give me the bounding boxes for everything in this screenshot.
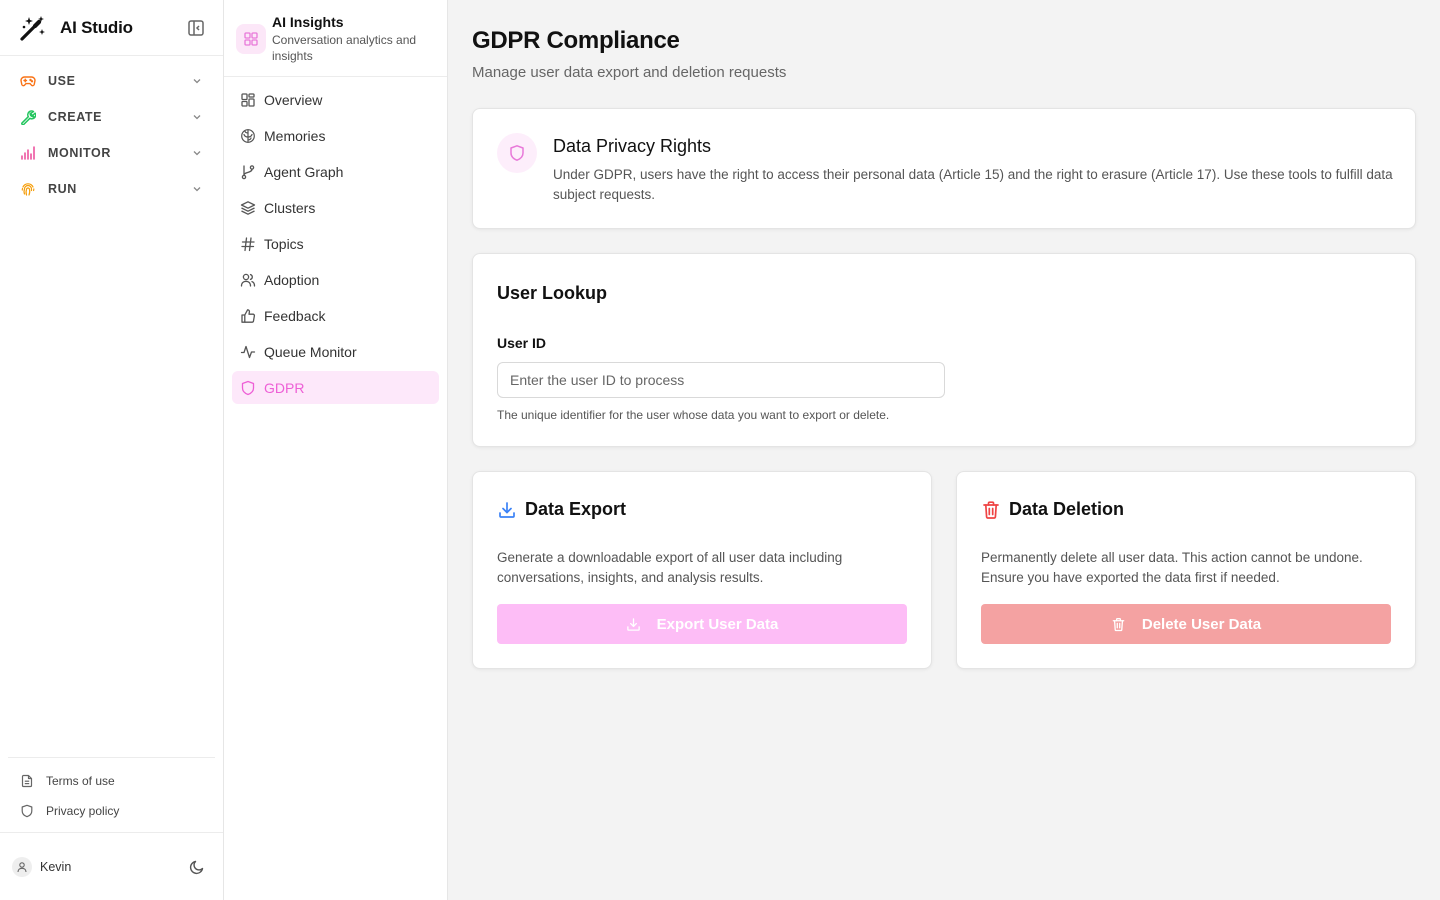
shield-icon <box>510 145 524 161</box>
subnav-item-label: Agent Graph <box>264 163 344 180</box>
user-id-label: User ID <box>497 335 547 351</box>
brain-icon <box>241 128 255 143</box>
user-icon <box>17 861 27 872</box>
chevron-down-icon <box>193 79 201 84</box>
nav-section-run[interactable]: RUN <box>0 171 223 207</box>
data-export-text: Generate a downloadable export of all us… <box>497 550 843 585</box>
export-user-data-button[interactable]: Export User Data <box>497 604 907 644</box>
user-lookup-card: User Lookup User ID The unique identifie… <box>472 253 1416 447</box>
subnav-item-label: Memories <box>264 127 326 144</box>
user-id-input[interactable] <box>497 362 945 398</box>
main-content: GDPR Compliance Manage user data export … <box>448 0 1440 900</box>
terms-of-use-label: Terms of use <box>46 774 115 788</box>
nav-section-use[interactable]: USE <box>0 63 223 99</box>
trash-icon <box>1112 617 1125 631</box>
avatar[interactable] <box>12 856 32 877</box>
app-heading: AI Insights Conversation analytics and i… <box>272 13 435 76</box>
bar-chart-icon <box>21 146 35 160</box>
wrench-icon <box>21 110 36 125</box>
subnav-item-gdpr[interactable]: GDPR <box>232 371 439 404</box>
subnav-item-label: Adoption <box>264 271 320 288</box>
layout-grid-icon <box>244 32 258 46</box>
page-title: GDPR Compliance <box>472 27 680 54</box>
nav-section-create[interactable]: CREATE <box>0 99 223 135</box>
primary-sidebar: AI Studio USE CREATE MONITOR RUN Terms o… <box>0 0 224 900</box>
sidebar-footer: Terms of use Privacy policy Kevin <box>0 757 223 900</box>
subnav-item-feedback[interactable]: Feedback <box>232 299 439 332</box>
user-lookup-title: User Lookup <box>497 283 608 303</box>
nav-section-label: USE <box>48 74 76 88</box>
delete-button-label: Delete User Data <box>1141 615 1262 633</box>
user-id-help: The unique identifier for the user whose… <box>497 408 890 422</box>
hash-icon <box>241 236 255 251</box>
app-icon <box>236 24 266 54</box>
trash-icon <box>983 500 999 519</box>
layout-grid-icon <box>241 92 255 107</box>
data-export-header: Data Export <box>497 499 626 520</box>
subnav-item-label: Feedback <box>264 307 326 324</box>
magic-wand-icon <box>20 15 45 41</box>
download-icon <box>626 617 640 631</box>
file-text-icon <box>21 774 33 788</box>
subnav-item-memories[interactable]: Memories <box>232 119 439 152</box>
subnav-item-label: GDPR <box>264 379 305 396</box>
subnav-item-overview[interactable]: Overview <box>232 83 439 116</box>
export-button-label: Export User Data <box>656 615 779 633</box>
subnav-item-label: Overview <box>264 91 323 108</box>
data-deletion-text: Permanently delete all user data. This a… <box>981 550 1363 585</box>
activity-icon <box>240 345 256 358</box>
subnav-item-topics[interactable]: Topics <box>232 227 439 260</box>
fingerprint-icon <box>21 183 35 196</box>
privacy-rights-card: Data Privacy Rights Under GDPR, users ha… <box>472 108 1416 229</box>
subnav-item-adoption[interactable]: Adoption <box>232 263 439 296</box>
shield-icon <box>21 804 33 818</box>
subnav-item-agent-graph[interactable]: Agent Graph <box>232 155 439 188</box>
data-deletion-title: Data Deletion <box>1009 499 1125 519</box>
delete-user-data-button[interactable]: Delete User Data <box>981 604 1391 644</box>
privacy-policy-link[interactable]: Privacy policy <box>8 796 215 826</box>
chevron-down-icon <box>193 187 201 192</box>
user-row: Kevin <box>0 832 223 900</box>
subnav-item-clusters[interactable]: Clusters <box>232 191 439 224</box>
data-export-card: Data Export Generate a downloadable expo… <box>472 471 932 669</box>
sidebar-collapse-icon[interactable] <box>187 19 205 37</box>
nav-section-label: RUN <box>48 182 77 196</box>
page-subtitle: Manage user data export and deletion req… <box>472 64 787 81</box>
gamepad-icon <box>20 76 36 87</box>
thumbs-up-icon <box>241 308 256 323</box>
app-title: AI Insights <box>272 14 344 30</box>
legal-links: Terms of use Privacy policy <box>8 757 215 832</box>
privacy-badge <box>497 133 537 173</box>
users-icon <box>240 273 256 287</box>
nav-section-label: CREATE <box>48 110 103 124</box>
section-nav: USE CREATE MONITOR RUN <box>0 56 223 207</box>
subnav-item-label: Queue Monitor <box>264 343 357 360</box>
chevron-down-icon <box>193 115 201 120</box>
shield-icon <box>241 380 255 395</box>
privacy-policy-label: Privacy policy <box>46 804 120 818</box>
subnav-item-queue-monitor[interactable]: Queue Monitor <box>232 335 439 368</box>
nav-section-label: MONITOR <box>48 146 111 160</box>
git-branch-icon <box>241 164 255 179</box>
user-name: Kevin <box>40 859 72 874</box>
nav-section-monitor[interactable]: MONITOR <box>0 135 223 171</box>
terms-of-use-link[interactable]: Terms of use <box>8 766 215 796</box>
moon-icon[interactable] <box>189 859 205 875</box>
subnav-item-label: Clusters <box>264 199 316 216</box>
layers-icon <box>240 200 256 215</box>
privacy-title: Data Privacy Rights <box>553 136 712 156</box>
brand-name: AI Studio <box>60 17 133 37</box>
subnav-item-label: Topics <box>264 235 304 252</box>
app-header: AI Insights Conversation analytics and i… <box>224 0 447 77</box>
data-export-title: Data Export <box>525 499 627 519</box>
insights-subnav: AI Insights Conversation analytics and i… <box>224 0 448 900</box>
subnav-items: Overview Memories Agent Graph Clusters T… <box>224 77 447 404</box>
data-deletion-card: Data Deletion Permanently delete all use… <box>956 471 1416 669</box>
brand-header: AI Studio <box>0 0 223 56</box>
download-icon <box>499 501 515 518</box>
privacy-text: Under GDPR, users have the right to acce… <box>553 167 1393 202</box>
data-deletion-header: Data Deletion <box>981 499 1124 520</box>
app-subtitle: Conversation analytics and insights <box>272 33 417 63</box>
chevron-down-icon <box>193 151 201 156</box>
